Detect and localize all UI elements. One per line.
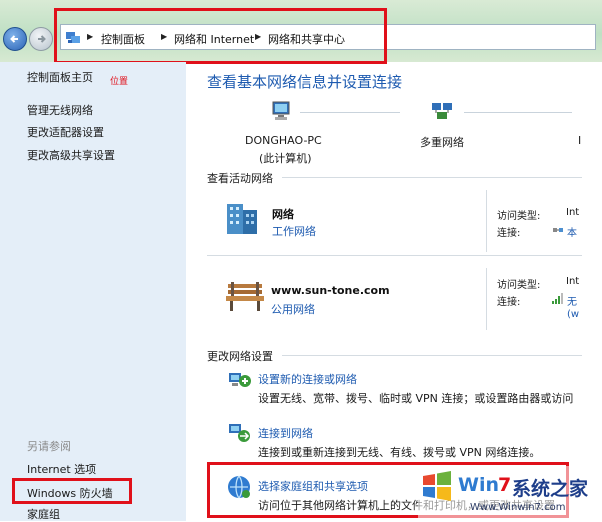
sidebar-item-manage-wireless[interactable]: 管理无线网络: [27, 102, 93, 118]
connect-to-network-desc: 连接到或重新连接到无线、有线、拨号或 VPN 网络连接。: [258, 446, 541, 459]
connection-value[interactable]: 本: [567, 224, 577, 239]
connection-value[interactable]: 无: [567, 293, 577, 308]
watermark-url: Www.Winwin7.com: [470, 502, 566, 513]
back-button[interactable]: [3, 27, 27, 51]
column-divider: [486, 268, 487, 330]
section-divider: [282, 177, 582, 178]
network-name: www.sun-tone.com: [271, 284, 390, 297]
watermark-win: Win: [458, 474, 499, 496]
connect-to-network-link[interactable]: 连接到网络: [258, 425, 313, 441]
network-divider: [207, 255, 582, 256]
watermark: Win 7 系统之家 Www.Winwin7.com: [418, 466, 602, 521]
page-title: 查看基本网络信息并设置连接: [207, 73, 403, 91]
sidebar-item-homegroup[interactable]: 家庭组: [27, 506, 60, 522]
sidebar-item-home[interactable]: 控制面板主页: [27, 69, 93, 85]
work-network-icon: [227, 204, 257, 234]
setup-new-connection-desc: 设置无线、宽带、拨号、临时或 VPN 连接；或设置路由器或访问: [258, 392, 574, 405]
watermark-seven: 7: [498, 474, 512, 496]
network-name: 网络: [272, 208, 294, 221]
sidebar-item-advanced-sharing[interactable]: 更改高级共享设置: [27, 147, 115, 163]
watermark-site-name: 系统之家: [512, 478, 589, 500]
network-type-link[interactable]: 工作网络: [272, 223, 316, 239]
highlight-box-firewall: [12, 478, 132, 504]
sidebar-item-adapter-settings[interactable]: 更改适配器设置: [27, 124, 104, 140]
public-network-bench-icon: [226, 282, 264, 311]
change-settings-heading: 更改网络设置: [207, 350, 273, 363]
connect-network-icon: [229, 424, 250, 442]
wired-connection-icon: [553, 228, 563, 232]
column-divider: [486, 190, 487, 252]
access-type-value: Int: [566, 207, 580, 218]
setup-new-connection-link[interactable]: 设置新的连接或网络: [258, 371, 357, 387]
access-type-label: 访问类型:: [497, 211, 541, 222]
map-connector: [464, 112, 572, 113]
multiple-networks-icon: [432, 103, 452, 119]
arrow-right-icon: [38, 35, 46, 43]
connection-label: 连接:: [497, 297, 521, 308]
sidebar-item-internet-options[interactable]: Internet 选项: [27, 461, 96, 477]
multiple-networks-label: 多重网络: [420, 136, 464, 149]
internet-label-partial: I: [578, 134, 582, 147]
connection-value-extra[interactable]: (w: [567, 309, 579, 320]
network-type-link[interactable]: 公用网络: [271, 301, 315, 317]
new-connection-icon: [229, 373, 251, 387]
section-divider: [282, 355, 582, 356]
access-type-label: 访问类型:: [497, 280, 541, 291]
see-also-heading: 另请参阅: [27, 440, 71, 453]
sidebar-note: 位置: [110, 77, 129, 87]
computer-name: DONGHAO-PC: [245, 134, 322, 147]
computer-sub-label: (此计算机): [259, 152, 312, 165]
forward-button[interactable]: [29, 27, 53, 51]
computer-icon: [272, 101, 290, 120]
connection-label: 连接:: [497, 228, 521, 239]
access-type-value: Int: [566, 276, 580, 287]
arrow-left-icon: [10, 35, 18, 43]
active-networks-heading: 查看活动网络: [207, 172, 273, 185]
highlight-box-address: [54, 8, 387, 64]
map-connector: [300, 112, 400, 113]
windows-logo-icon: [423, 471, 451, 501]
wireless-signal-icon: [552, 293, 563, 304]
